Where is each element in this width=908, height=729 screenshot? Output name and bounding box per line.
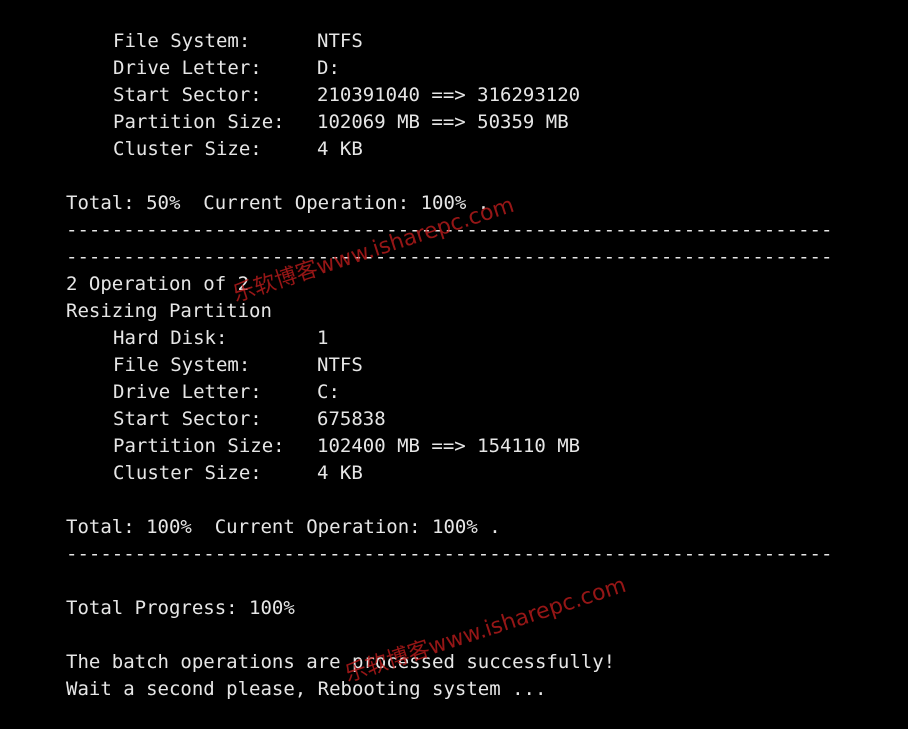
op1-partition-size-row: Partition Size: 102069 MB ==> 50359 MB bbox=[66, 109, 908, 136]
op1-file-system-label: File System: bbox=[113, 30, 251, 52]
op2-start-sector-value: 675838 bbox=[317, 408, 386, 430]
op1-drive-letter-value: D: bbox=[317, 57, 340, 79]
divider-line: ----------------------------------------… bbox=[66, 217, 908, 244]
op2-title: Resizing Partition bbox=[66, 300, 272, 322]
op2-start-sector-row: Start Sector: 675838 bbox=[66, 406, 908, 433]
op2-hard-disk-value: 1 bbox=[317, 327, 329, 349]
op1-drive-letter-row: Drive Letter: D: bbox=[66, 55, 908, 82]
console-output: File System: NTFS Drive Letter: D: Start… bbox=[66, 28, 908, 703]
op2-drive-letter-value: C: bbox=[317, 381, 340, 403]
op1-start-sector-row: Start Sector: 210391040 ==> 316293120 bbox=[66, 82, 908, 109]
op1-cluster-size-row: Cluster Size: 4 KB bbox=[66, 136, 908, 163]
op1-cluster-size-value: 4 KB bbox=[317, 138, 363, 160]
op2-file-system-label: File System: bbox=[113, 354, 251, 376]
op1-total-line: Total: 50% Current Operation: 100% . bbox=[66, 192, 490, 214]
op2-cluster-size-value: 4 KB bbox=[317, 462, 363, 484]
op2-file-system-value: NTFS bbox=[317, 354, 363, 376]
op1-partition-size-value: 102069 MB ==> 50359 MB bbox=[317, 111, 569, 133]
divider-text: ----------------------------------------… bbox=[66, 246, 833, 268]
op1-start-sector-value: 210391040 ==> 316293120 bbox=[317, 84, 581, 106]
op1-file-system-value: NTFS bbox=[317, 30, 363, 52]
divider-line: ----------------------------------------… bbox=[66, 541, 908, 568]
op1-cluster-size-label: Cluster Size: bbox=[113, 138, 262, 160]
op2-start-sector-label: Start Sector: bbox=[113, 408, 262, 430]
divider-line: ----------------------------------------… bbox=[66, 244, 908, 271]
op2-drive-letter-row: Drive Letter: C: bbox=[66, 379, 908, 406]
op1-start-sector-label: Start Sector: bbox=[113, 84, 262, 106]
total-progress-line: Total Progress: 100% bbox=[66, 597, 295, 619]
op1-partition-size-label: Partition Size: bbox=[113, 111, 285, 133]
divider-text: ----------------------------------------… bbox=[66, 543, 833, 565]
success-message: The batch operations are processed succe… bbox=[66, 651, 616, 673]
op2-partition-size-value: 102400 MB ==> 154110 MB bbox=[317, 435, 581, 457]
op2-cluster-size-row: Cluster Size: 4 KB bbox=[66, 460, 908, 487]
op2-cluster-size-label: Cluster Size: bbox=[113, 462, 262, 484]
op2-hard-disk-label: Hard Disk: bbox=[113, 327, 228, 349]
op2-heading: 2 Operation of 2 bbox=[66, 273, 250, 295]
op2-file-system-row: File System: NTFS bbox=[66, 352, 908, 379]
op2-partition-size-row: Partition Size: 102400 MB ==> 154110 MB bbox=[66, 433, 908, 460]
divider-text: ----------------------------------------… bbox=[66, 219, 833, 241]
op1-file-system-row: File System: NTFS bbox=[66, 28, 908, 55]
op2-hard-disk-row: Hard Disk: 1 bbox=[66, 325, 908, 352]
op2-partition-size-label: Partition Size: bbox=[113, 435, 285, 457]
op2-total-line: Total: 100% Current Operation: 100% . bbox=[66, 516, 501, 538]
rebooting-message: Wait a second please, Rebooting system .… bbox=[66, 678, 547, 700]
op1-drive-letter-label: Drive Letter: bbox=[113, 57, 262, 79]
op2-drive-letter-label: Drive Letter: bbox=[113, 381, 262, 403]
